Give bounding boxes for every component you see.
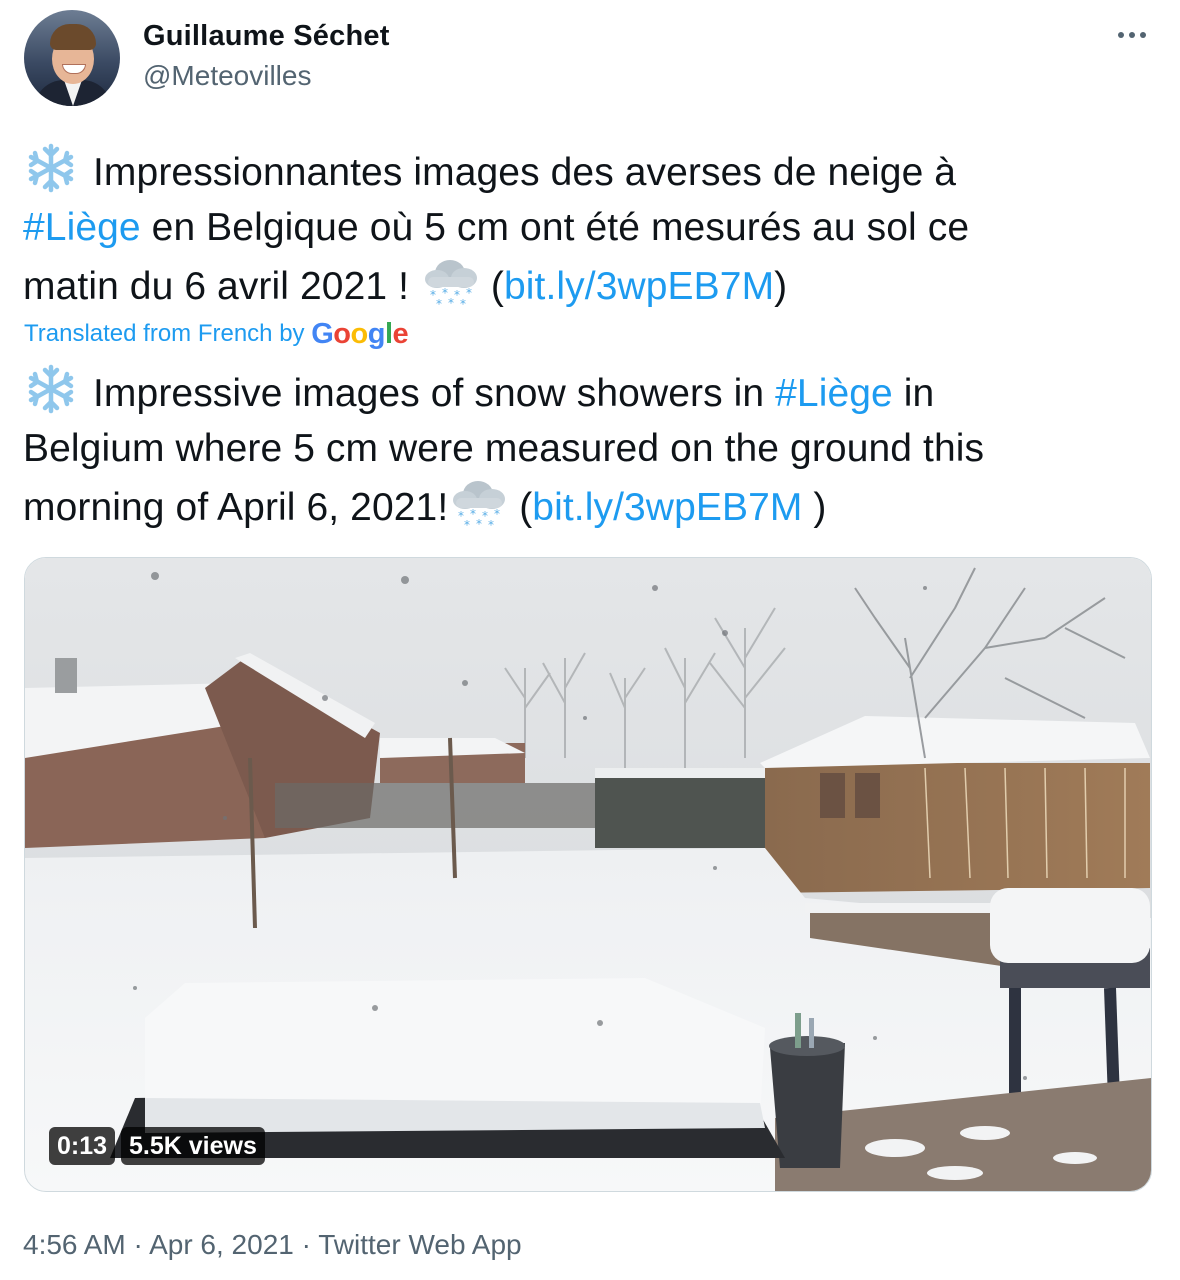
tweet-client-link[interactable]: Twitter Web App — [318, 1229, 521, 1260]
separator: · — [293, 1229, 319, 1260]
original-paren-close: ) — [774, 265, 788, 308]
svg-text:*: * — [464, 518, 470, 530]
author-avatar[interactable] — [24, 10, 120, 106]
video-views-badge: 5.5K views — [121, 1127, 265, 1165]
tweet-time-link[interactable]: 4:56 AM — [23, 1229, 126, 1260]
more-horizontal-icon — [1140, 32, 1146, 38]
translation-note-prefix: Translated from French by — [24, 320, 305, 347]
original-line-1: Impressionnantes images des averses de n… — [23, 143, 1153, 200]
tweet-translated-text: Impressive images of snow showers in #Li… — [23, 364, 1153, 535]
author-name[interactable]: Guillaume Séchet — [143, 20, 390, 53]
tweet-timestamp: 4:56 AM · Apr 6, 2021 · Twitter Web App — [23, 1229, 522, 1261]
svg-text:*: * — [436, 297, 442, 309]
cloud-snow-icon: * * * * * * * — [453, 481, 506, 530]
original-line-2-text: en Belgique où 5 cm ont été mesurés au s… — [140, 206, 970, 249]
google-logo: Google — [311, 318, 409, 350]
svg-text:*: * — [466, 286, 472, 300]
cloud-snow-icon: * * * * * * * — [424, 260, 477, 309]
tweet: Guillaume Séchet @Meteovilles Impression… — [0, 0, 1180, 1280]
translated-line-1-text: Impressive images of snow showers in — [93, 372, 776, 415]
tweet-original-text: Impressionnantes images des averses de n… — [23, 143, 1153, 314]
video-player[interactable] — [24, 557, 1152, 1192]
video-thumbnail-snowy-garden — [25, 558, 1151, 1191]
translated-paren-open: ( — [508, 486, 533, 529]
original-short-link[interactable]: bit.ly/3wpEB7M — [504, 265, 774, 308]
tweet-date-link[interactable]: Apr 6, 2021 — [149, 1229, 294, 1260]
more-horizontal-icon — [1118, 32, 1124, 38]
svg-text:*: * — [488, 518, 494, 530]
translated-short-link[interactable]: bit.ly/3wpEB7M — [532, 486, 802, 529]
snowflake-icon — [28, 364, 74, 414]
translated-line-1-end: in — [892, 372, 935, 415]
translated-line-2: Belgium where 5 cm were measured on the … — [23, 427, 985, 470]
avatar-hair — [50, 24, 96, 50]
translated-line-3-text: morning of April 6, 2021! — [23, 486, 449, 529]
translated-line-1: Impressive images of snow showers in #Li… — [23, 364, 1153, 421]
translation-note[interactable]: Translated from French by Google — [24, 318, 409, 351]
original-line-3-text: matin du 6 avril 2021 ! — [23, 265, 420, 308]
translated-line-3: morning of April 6, 2021! * * * * * * * (bit.… — [23, 476, 1153, 535]
svg-text:*: * — [476, 517, 482, 530]
svg-text:*: * — [448, 296, 454, 309]
original-paren-open: ( — [479, 265, 504, 308]
svg-text:*: * — [460, 297, 466, 309]
video-duration-badge: 0:13 — [49, 1127, 116, 1165]
separator: · — [125, 1229, 150, 1260]
author-handle[interactable]: @Meteovilles — [143, 60, 311, 92]
hashtag-liege-link[interactable]: #Liège — [23, 206, 141, 249]
more-options-button[interactable] — [1108, 18, 1156, 52]
original-line-3: matin du 6 avril 2021 ! * * * * * * * (bit.ly… — [23, 255, 1153, 314]
translated-paren-close: ) — [802, 486, 827, 529]
svg-text:*: * — [494, 507, 500, 521]
more-horizontal-icon — [1129, 32, 1135, 38]
original-line-1-text: Impressionnantes images des averses de n… — [93, 151, 957, 194]
snowflake-icon — [28, 143, 74, 193]
original-line-2: #Liège en Belgique où 5 cm ont été mesur… — [23, 200, 1153, 255]
translated-hashtag-liege-link[interactable]: #Liège — [775, 372, 893, 415]
